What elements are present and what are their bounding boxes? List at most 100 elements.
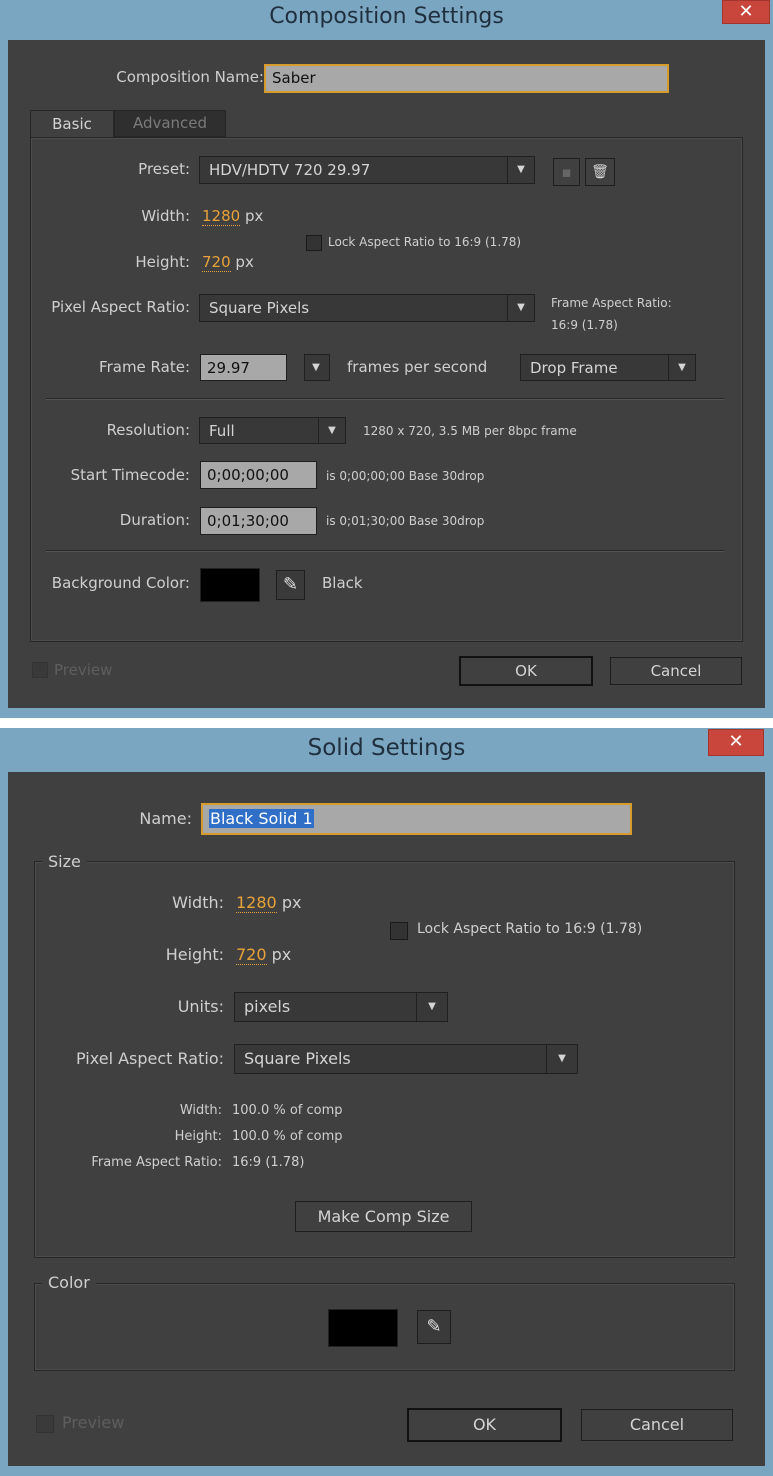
solid-width-row: 1280 px: [236, 893, 302, 913]
start-timecode-label: Start Timecode:: [70, 466, 190, 484]
tab-basic[interactable]: Basic: [30, 110, 114, 138]
chevron-down-icon: ▼: [507, 157, 534, 183]
make-comp-size-button[interactable]: Make Comp Size: [295, 1201, 472, 1232]
solid-height-label: Height:: [165, 945, 224, 964]
solid-width-unit: px: [281, 893, 302, 912]
chevron-down-icon: ▼: [416, 993, 447, 1021]
save-preset-button[interactable]: ▪: [553, 158, 580, 186]
composition-close-button[interactable]: ✕: [722, 0, 770, 24]
color-group-title: Color: [42, 1273, 96, 1292]
comp-divider-1: [46, 398, 724, 400]
eyedropper-icon: ✎: [282, 574, 299, 595]
drop-frame-value: Drop Frame: [530, 359, 618, 377]
duration-label: Duration:: [119, 511, 190, 529]
frame-rate-label: Frame Rate:: [99, 358, 190, 376]
resolution-dropdown[interactable]: Full ▼: [199, 417, 346, 444]
chevron-down-icon: ▼: [668, 355, 695, 380]
solid-name-selected-text: Black Solid 1: [209, 809, 314, 828]
composition-name-input[interactable]: Saber: [264, 64, 669, 93]
comp-lock-aspect-checkbox[interactable]: [306, 235, 322, 251]
comp-width-row: 1280 px: [202, 207, 264, 226]
solid-preview-label: Preview: [62, 1413, 125, 1432]
solid-width-value[interactable]: 1280: [236, 893, 277, 913]
solid-client-area: Name: Black Solid 1 Size Width: 1280 px …: [8, 772, 765, 1466]
solid-par-dropdown[interactable]: Square Pixels ▼: [234, 1044, 578, 1074]
solid-height-unit: px: [271, 945, 292, 964]
chevron-down-icon: ▼: [318, 418, 345, 443]
solid-height-row: 720 px: [236, 945, 292, 965]
frame-rate-dropdown[interactable]: ▼: [304, 354, 330, 381]
preset-label: Preset:: [138, 160, 190, 178]
comp-cancel-button[interactable]: Cancel: [610, 657, 742, 685]
resolution-info: 1280 x 720, 3.5 MB per 8bpc frame: [363, 424, 577, 438]
tab-advanced[interactable]: Advanced: [114, 110, 226, 137]
units-dropdown[interactable]: pixels ▼: [234, 992, 448, 1022]
units-label: Units:: [177, 997, 224, 1016]
solid-par-value: Square Pixels: [244, 1049, 351, 1068]
solid-close-button[interactable]: ✕: [708, 729, 764, 756]
comp-height-label: Height:: [135, 253, 190, 271]
composition-window-title: Composition Settings: [269, 4, 504, 29]
tab-advanced-label: Advanced: [132, 114, 208, 132]
save-preset-icon: ▪: [561, 163, 572, 181]
comp-par-dropdown[interactable]: Square Pixels ▼: [199, 294, 535, 322]
solid-settings-window: Solid Settings ✕ Name: Black Solid 1 Siz…: [0, 728, 773, 1476]
info-frame-aspect-value: 16:9 (1.78): [232, 1155, 305, 1170]
comp-width-value[interactable]: 1280: [202, 207, 241, 226]
solid-window-title: Solid Settings: [307, 735, 466, 761]
comp-preview-label: Preview: [54, 661, 113, 679]
preset-value: HDV/HDTV 720 29.97: [209, 161, 371, 179]
eyedropper-icon: ✎: [426, 1316, 442, 1337]
solid-width-label: Width:: [172, 893, 224, 912]
comp-width-unit: px: [244, 207, 264, 225]
resolution-value: Full: [209, 422, 235, 440]
duration-info: is 0;01;30;00 Base 30drop: [326, 514, 485, 528]
solid-preview-checkbox[interactable]: [36, 1415, 54, 1433]
frame-aspect-value: 16:9 (1.78): [551, 318, 618, 332]
comp-height-row: 720 px: [202, 253, 254, 272]
solid-height-value[interactable]: 720: [236, 945, 267, 965]
comp-par-value: Square Pixels: [209, 299, 310, 317]
comp-width-label: Width:: [141, 207, 190, 225]
info-width-value: 100.0 % of comp: [232, 1103, 343, 1118]
composition-settings-window: Composition Settings ✕ Composition Name:…: [0, 0, 773, 718]
close-icon: ✕: [728, 731, 744, 752]
resolution-label: Resolution:: [106, 421, 190, 439]
comp-divider-2: [46, 550, 724, 552]
solid-lock-aspect-checkbox[interactable]: [390, 922, 408, 940]
info-height-label: Height:: [174, 1129, 222, 1144]
comp-par-label: Pixel Aspect Ratio:: [51, 298, 190, 316]
start-timecode-info: is 0;00;00;00 Base 30drop: [326, 469, 485, 483]
solid-par-label: Pixel Aspect Ratio:: [76, 1049, 224, 1068]
background-color-name: Black: [322, 574, 363, 592]
background-eyedropper-button[interactable]: ✎: [276, 570, 305, 600]
info-width-label: Width:: [179, 1103, 222, 1118]
duration-input[interactable]: 0;01;30;00: [200, 507, 317, 535]
drop-frame-dropdown[interactable]: Drop Frame ▼: [520, 354, 696, 381]
units-value: pixels: [244, 997, 291, 1016]
fps-label: frames per second: [347, 358, 488, 376]
preset-dropdown[interactable]: HDV/HDTV 720 29.97 ▼: [199, 156, 535, 184]
solid-cancel-button[interactable]: Cancel: [581, 1409, 733, 1441]
comp-height-unit: px: [235, 253, 254, 271]
composition-client-area: Composition Name: Saber Basic Advanced P…: [8, 40, 765, 708]
chevron-down-icon: ▼: [312, 362, 320, 373]
start-timecode-input[interactable]: 0;00;00;00: [200, 461, 317, 489]
comp-height-value[interactable]: 720: [202, 253, 231, 272]
solid-ok-button[interactable]: OK: [407, 1408, 562, 1442]
size-group-title: Size: [42, 852, 87, 871]
solid-name-input[interactable]: Black Solid 1: [201, 803, 632, 835]
comp-ok-button[interactable]: OK: [459, 656, 593, 686]
solid-eyedropper-button[interactable]: ✎: [417, 1310, 451, 1344]
comp-preview-checkbox[interactable]: [32, 662, 48, 678]
delete-preset-button[interactable]: 🗑: [585, 158, 615, 186]
tab-basic-label: Basic: [52, 115, 92, 133]
solid-name-label: Name:: [139, 809, 192, 828]
solid-lock-aspect-label: Lock Aspect Ratio to 16:9 (1.78): [417, 921, 643, 937]
solid-color-swatch[interactable]: [328, 1309, 398, 1347]
frame-rate-input[interactable]: 29.97: [200, 354, 287, 381]
composition-name-label: Composition Name:: [116, 68, 264, 86]
background-color-swatch[interactable]: [200, 568, 260, 602]
chevron-down-icon: ▼: [546, 1045, 577, 1073]
info-height-value: 100.0 % of comp: [232, 1129, 343, 1144]
